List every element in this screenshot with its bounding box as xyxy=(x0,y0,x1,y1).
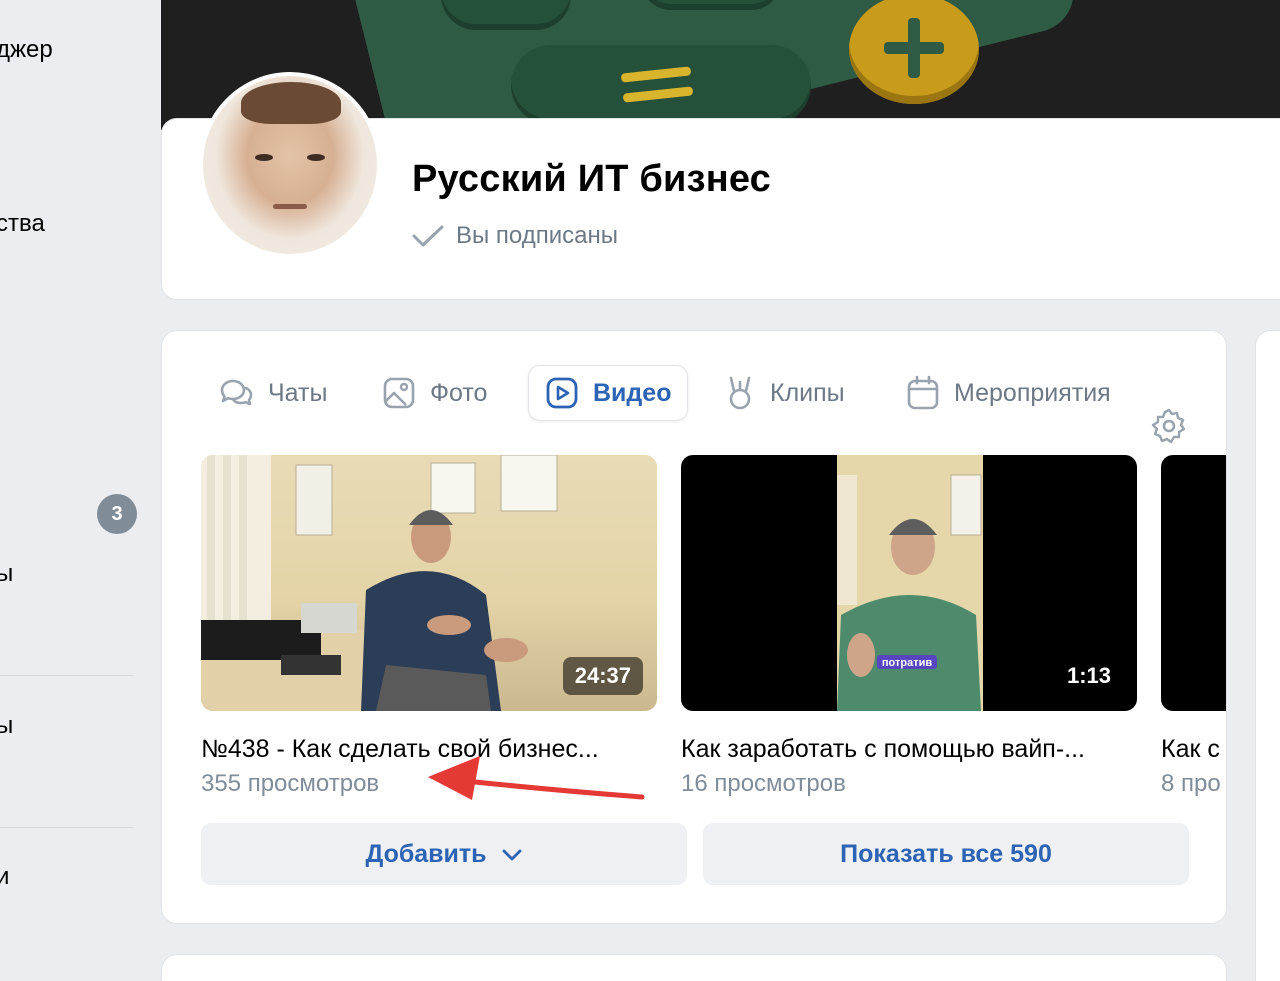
avatar[interactable] xyxy=(199,72,381,258)
sidebar-divider xyxy=(0,827,133,828)
show-all-label: Показать все 590 xyxy=(840,839,1052,868)
clips-icon xyxy=(724,375,756,411)
video-title[interactable]: Как с xyxy=(1161,735,1226,764)
add-button[interactable]: Добавить xyxy=(201,823,687,885)
sidebar-item-communities[interactable]: ства xyxy=(0,210,45,238)
video-duration: 1:13 xyxy=(1066,663,1111,688)
video-thumbnail[interactable]: 24:37 xyxy=(201,455,657,711)
check-icon xyxy=(412,224,444,248)
sidebar-item-5[interactable]: и xyxy=(0,863,9,891)
video-title[interactable]: Как заработать с помощью вайп-... xyxy=(681,735,1141,764)
add-button-label: Добавить xyxy=(365,839,487,868)
media-tabs: Чаты Фото Видео Клипы Мероприятия xyxy=(162,365,1226,444)
video-duration: 24:37 xyxy=(562,657,643,695)
subscribed-status[interactable]: Вы подписаны xyxy=(412,222,618,250)
page-title: Русский ИТ бизнес xyxy=(412,158,772,200)
video-caption: потратив xyxy=(882,657,932,669)
video-thumbnail[interactable] xyxy=(1161,455,1226,711)
video-thumbnail[interactable]: потратив 1:13 xyxy=(681,455,1137,711)
tab-videos[interactable]: Видео xyxy=(528,365,689,421)
media-card: Чаты Фото Видео Клипы Мероприятия 24:37 … xyxy=(161,330,1227,924)
photo-icon xyxy=(382,376,416,410)
video-views: 16 просмотров xyxy=(681,770,846,797)
gear-icon[interactable] xyxy=(1150,407,1188,450)
tab-label: Видео xyxy=(593,378,672,407)
tab-label: Чаты xyxy=(268,378,328,407)
sidebar-item-messenger[interactable]: джер xyxy=(0,36,53,64)
video-icon xyxy=(545,376,579,410)
video-item[interactable]: 24:37 №438 - Как сделать свой бизнес... … xyxy=(201,455,661,798)
tab-label: Клипы xyxy=(770,378,845,407)
sidebar-item-4[interactable]: ы xyxy=(0,712,13,740)
video-item[interactable]: потратив 1:13 Как заработать с помощью в… xyxy=(681,455,1141,798)
sidebar-item-3[interactable]: ы xyxy=(0,560,13,588)
annotation-arrow-icon xyxy=(428,756,645,800)
sidebar-divider xyxy=(0,675,133,676)
chevron-down-icon xyxy=(501,840,523,869)
subscribed-label: Вы подписаны xyxy=(456,222,618,249)
plus-key-graphic xyxy=(849,0,979,104)
tab-label: Фото xyxy=(430,378,488,407)
right-column-card xyxy=(1255,330,1280,981)
tab-clips[interactable]: Клипы xyxy=(724,365,845,421)
calendar-icon xyxy=(906,375,940,411)
tab-chats[interactable]: Чаты xyxy=(218,365,327,421)
tab-label: Мероприятия xyxy=(954,378,1111,407)
show-all-videos-button[interactable]: Показать все 590 xyxy=(703,823,1189,885)
sidebar-counter-badge: 3 xyxy=(97,494,137,534)
video-item[interactable]: Как с 8 про xyxy=(1161,455,1226,798)
chat-icon xyxy=(218,377,254,409)
next-section-card xyxy=(161,954,1227,981)
tab-photos[interactable]: Фото xyxy=(382,365,487,421)
tab-events[interactable]: Мероприятия xyxy=(906,365,1132,421)
video-views: 8 про xyxy=(1161,770,1221,797)
left-sidebar: джер ства 3 ы ы и xyxy=(0,0,160,981)
